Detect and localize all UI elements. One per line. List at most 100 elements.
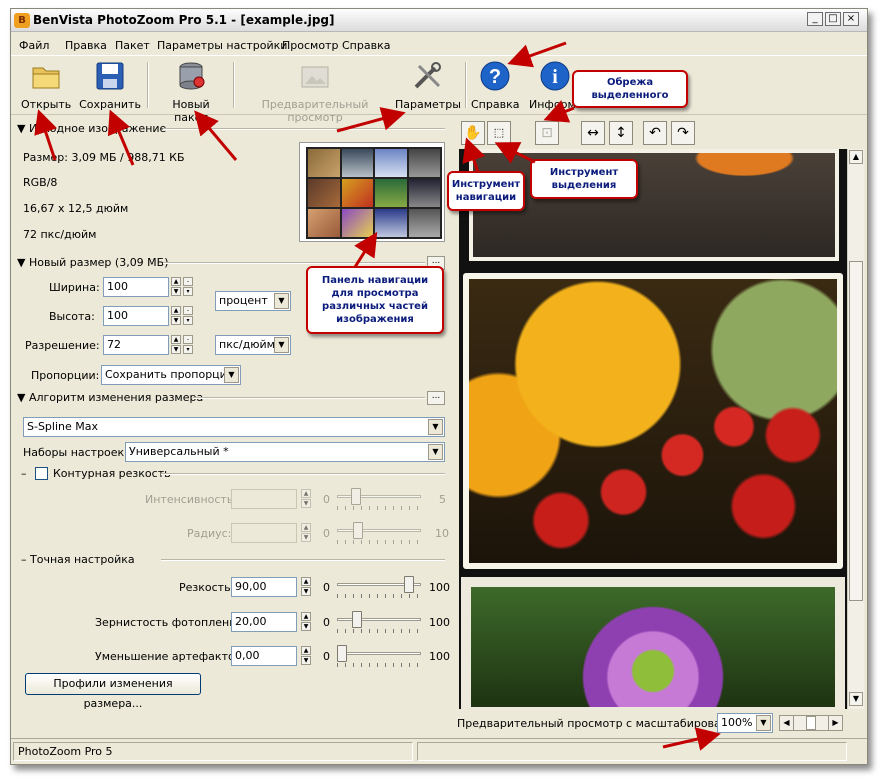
grain-min: 0 bbox=[323, 616, 330, 629]
menu-file[interactable]: Файл bbox=[19, 39, 49, 52]
open-button[interactable]: Открыть bbox=[21, 60, 71, 111]
toolbar: Открыть Сохранить Новый пакет Предварите… bbox=[11, 55, 867, 124]
artifacts-input[interactable]: 0,00 bbox=[231, 646, 297, 666]
sharpen-header: Контурная резкость bbox=[53, 467, 171, 480]
zoom-thumb[interactable] bbox=[806, 716, 816, 730]
radius-max: 10 bbox=[435, 527, 449, 540]
preview-button[interactable]: Предварительный просмотр bbox=[241, 60, 389, 124]
radius-min: 0 bbox=[323, 527, 330, 540]
resolution-unit-select[interactable]: пкс/дюйм ▼ bbox=[215, 335, 291, 355]
folder-icon bbox=[30, 60, 62, 92]
grain-slider[interactable] bbox=[337, 610, 421, 633]
chevron-down-icon: ▼ bbox=[428, 444, 443, 460]
sharpen-checkbox[interactable] bbox=[35, 467, 48, 480]
preview-photo-fruit bbox=[463, 273, 843, 569]
sharpness-slider-thumb[interactable] bbox=[404, 576, 414, 593]
close-button[interactable]: × bbox=[843, 12, 859, 26]
width-link-toggle[interactable]: - ▾ bbox=[183, 277, 193, 297]
radius-spinner[interactable]: ▲ ▼ bbox=[301, 523, 311, 543]
width-input[interactable]: 100 bbox=[103, 277, 169, 297]
algorithm-more-button[interactable]: ... bbox=[427, 391, 445, 405]
scroll-down-button[interactable]: ▼ bbox=[849, 692, 863, 706]
sharpness-spinner[interactable]: ▲ ▼ bbox=[301, 577, 311, 597]
radius-slider[interactable] bbox=[337, 521, 421, 544]
zoom-select[interactable]: 100% ▼ bbox=[717, 713, 773, 733]
scroll-thumb[interactable] bbox=[849, 261, 863, 601]
grain-input[interactable]: 20,00 bbox=[231, 612, 297, 632]
radius-slider-thumb[interactable] bbox=[353, 522, 363, 539]
presets-select[interactable]: Универсальный * ▼ bbox=[125, 442, 445, 462]
artifacts-spinner[interactable]: ▲ ▼ bbox=[301, 646, 311, 666]
stretch-horizontal-button[interactable]: ↔ bbox=[581, 121, 605, 145]
chevron-down-icon: ▼ bbox=[274, 337, 289, 353]
intensity-min: 0 bbox=[323, 493, 330, 506]
grain-slider-thumb[interactable] bbox=[352, 611, 362, 628]
height-label: Высота: bbox=[49, 310, 95, 323]
radius-input[interactable] bbox=[231, 523, 297, 543]
resize-profiles-button[interactable]: Профили изменения размера... bbox=[25, 673, 201, 710]
intensity-spinner[interactable]: ▲ ▼ bbox=[301, 489, 311, 509]
navigation-thumbnail[interactable] bbox=[299, 142, 445, 242]
title-bar[interactable]: B BenVista PhotoZoom Pro 5.1 - [example.… bbox=[11, 9, 867, 32]
size-unit-select[interactable]: процент ▼ bbox=[215, 291, 291, 311]
crop-selection-button[interactable]: ⊡ bbox=[535, 121, 559, 145]
zoom-slider[interactable]: ◀ ▶ bbox=[779, 715, 843, 731]
svg-text:i: i bbox=[552, 66, 558, 88]
resolution-label: Разрешение: bbox=[25, 339, 100, 352]
intensity-input[interactable] bbox=[231, 489, 297, 509]
stretch-vertical-button[interactable]: ↕ bbox=[609, 121, 633, 145]
menu-bar: Файл Правка Пакет Параметры настройки Пр… bbox=[11, 33, 867, 55]
algorithm-select[interactable]: S-Spline Max ▼ bbox=[23, 417, 445, 437]
chevron-down-icon: ▼ bbox=[428, 419, 443, 435]
menu-help[interactable]: Справка bbox=[342, 39, 390, 52]
resolution-spinner[interactable]: ▲ ▼ bbox=[171, 335, 181, 355]
menu-view[interactable]: Просмотр bbox=[282, 39, 338, 52]
sharpness-slider[interactable] bbox=[337, 575, 421, 598]
zoom-left-button[interactable]: ◀ bbox=[780, 716, 794, 730]
callout-navigation-panel: Панель навигации для просмотра различных… bbox=[306, 266, 444, 334]
help-label: Справка bbox=[471, 98, 520, 111]
intensity-slider-thumb[interactable] bbox=[351, 488, 361, 505]
source-size: Размер: 3,09 МБ / 988,71 КБ bbox=[23, 151, 185, 164]
selection-tool-button[interactable]: ⬚ bbox=[487, 121, 511, 145]
save-button[interactable]: Сохранить bbox=[79, 60, 141, 111]
intensity-slider[interactable] bbox=[337, 487, 421, 510]
image-preview[interactable] bbox=[459, 149, 847, 709]
help-button[interactable]: ? Справка bbox=[471, 60, 519, 111]
floppy-disk-icon bbox=[94, 60, 126, 92]
presets-label: Наборы настроек: bbox=[23, 446, 128, 459]
minimize-button[interactable]: _ bbox=[807, 12, 823, 26]
rotate-left-icon[interactable]: ↶ bbox=[643, 121, 667, 145]
source-image-header[interactable]: ▼ Исходное изображение bbox=[17, 122, 166, 135]
menu-settings[interactable]: Параметры настройки bbox=[157, 39, 287, 52]
info-icon: i bbox=[539, 60, 571, 92]
grain-max: 100 bbox=[429, 616, 450, 629]
scroll-up-button[interactable]: ▲ bbox=[849, 150, 863, 164]
width-spinner[interactable]: ▲ ▼ bbox=[171, 277, 181, 297]
sharpness-input[interactable]: 90,00 bbox=[231, 577, 297, 597]
zoom-right-button[interactable]: ▶ bbox=[828, 716, 842, 730]
resolution-link-toggle[interactable]: - ▾ bbox=[183, 335, 193, 355]
menu-edit[interactable]: Правка bbox=[65, 39, 107, 52]
artifacts-label: Уменьшение артефактов: bbox=[95, 650, 245, 663]
hand-tool-button[interactable]: ✋ bbox=[461, 121, 485, 145]
source-resolution: 72 пкс/дюйм bbox=[23, 228, 97, 241]
new-size-header[interactable]: ▼ Новый размер (3,09 МБ) bbox=[17, 256, 169, 269]
svg-text:?: ? bbox=[489, 66, 501, 88]
new-batch-button[interactable]: Новый пакет bbox=[155, 60, 227, 124]
proportions-select[interactable]: Сохранить пропорции ▼ bbox=[101, 365, 241, 385]
height-link-toggle[interactable]: - ▾ bbox=[183, 306, 193, 326]
height-spinner[interactable]: ▲ ▼ bbox=[171, 306, 181, 326]
artifacts-slider[interactable] bbox=[337, 644, 421, 667]
preview-vertical-scrollbar[interactable]: ▲ ▼ bbox=[847, 149, 864, 709]
maximize-button[interactable]: □ bbox=[825, 12, 841, 26]
menu-batch[interactable]: Пакет bbox=[115, 39, 150, 52]
grain-spinner[interactable]: ▲ ▼ bbox=[301, 612, 311, 632]
parameters-button[interactable]: Параметры bbox=[395, 60, 461, 111]
resolution-input[interactable]: 72 bbox=[103, 335, 169, 355]
height-input[interactable]: 100 bbox=[103, 306, 169, 326]
artifacts-slider-thumb[interactable] bbox=[337, 645, 347, 662]
algorithm-header[interactable]: ▼ Алгоритм изменения размера bbox=[17, 391, 203, 404]
radius-label: Радиус: bbox=[187, 527, 232, 540]
rotate-right-icon[interactable]: ↷ bbox=[671, 121, 695, 145]
